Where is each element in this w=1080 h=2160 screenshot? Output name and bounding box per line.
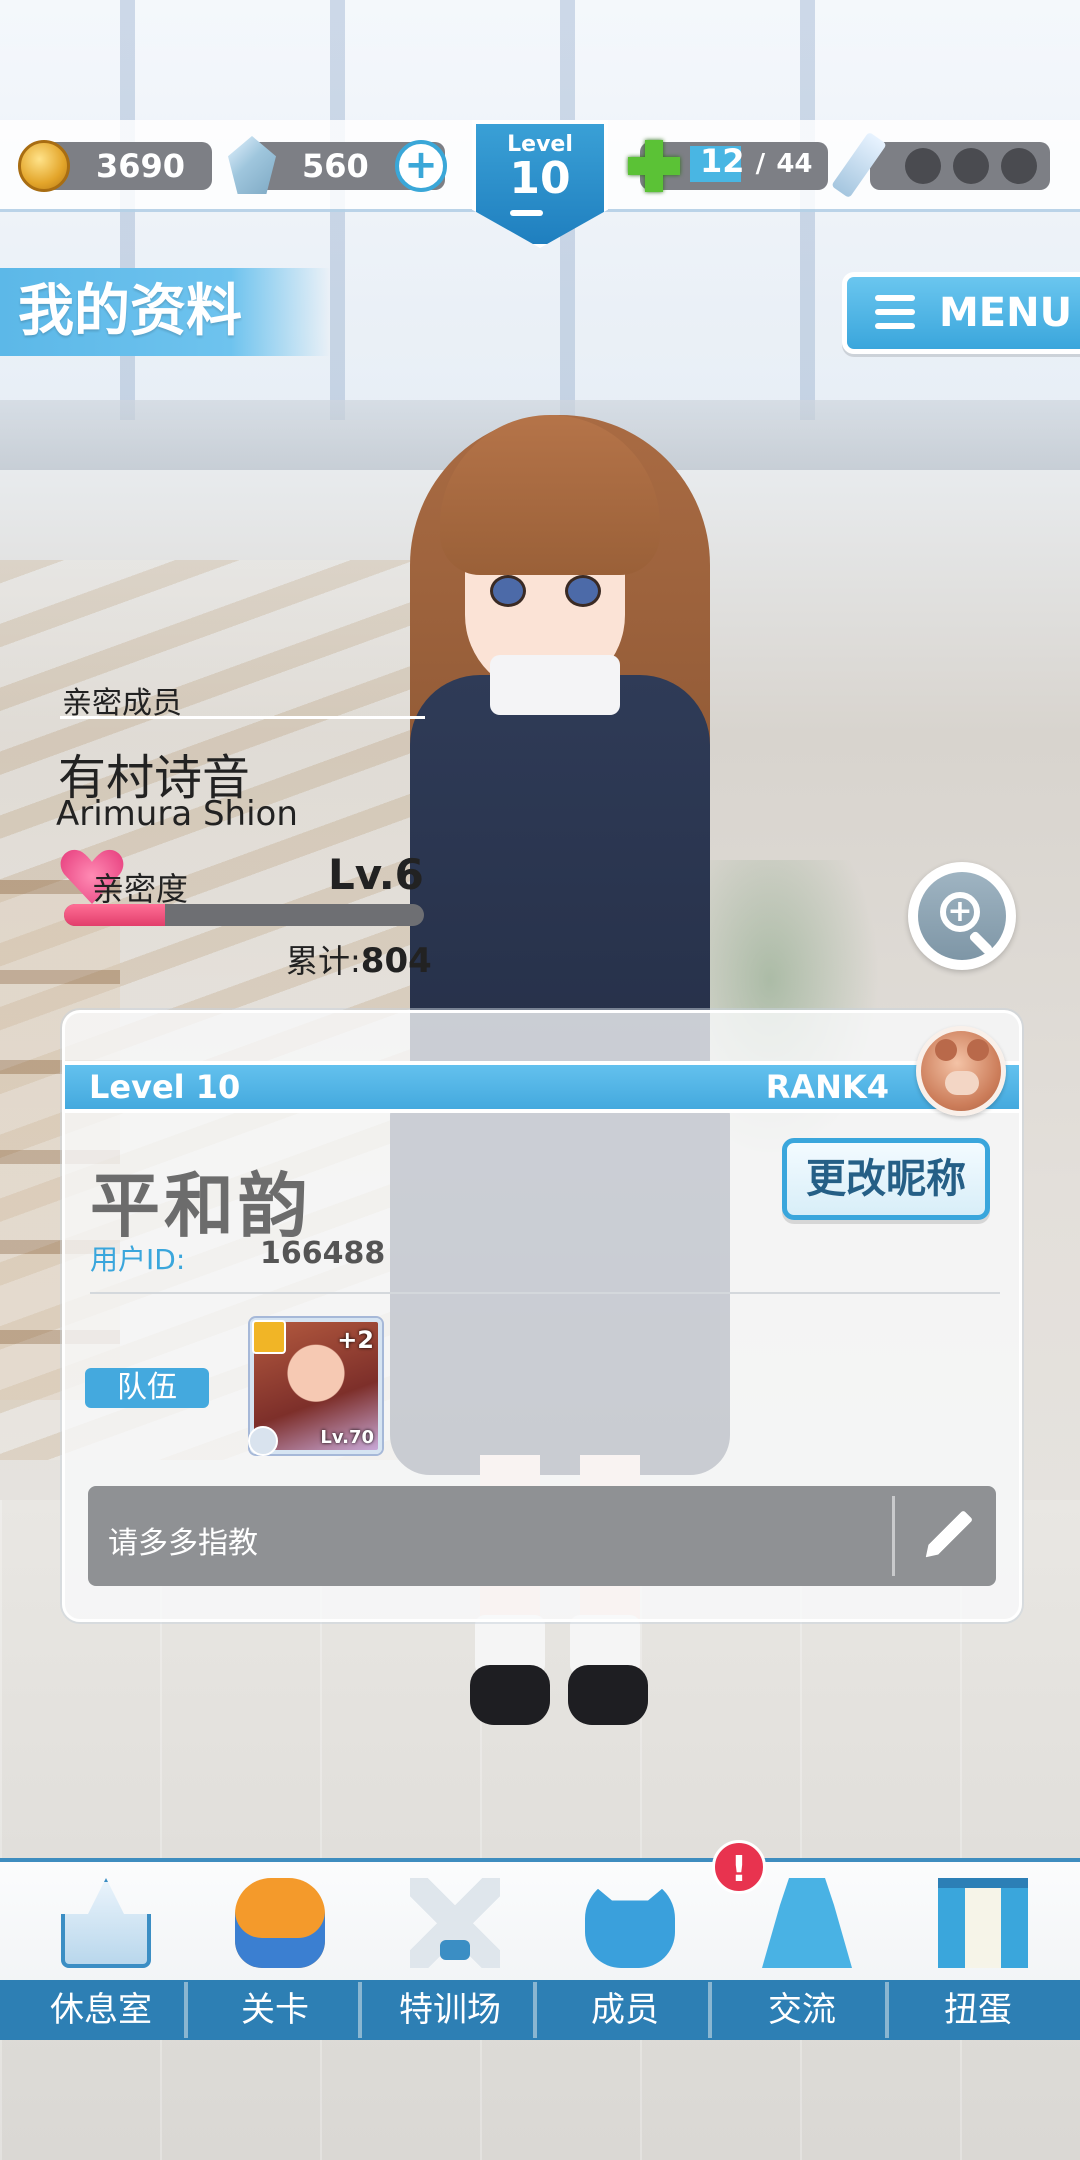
team-card-level: Lv.70: [320, 1427, 374, 1448]
coin-icon: [18, 140, 70, 192]
nav-item-label: 扭蛋: [944, 1990, 1012, 2030]
character-collar: [490, 655, 620, 715]
profile-level: Level 10: [89, 1068, 241, 1106]
nav-item-gacha[interactable]: 扭蛋: [893, 1858, 1063, 2040]
monster-icon: [235, 1878, 325, 1968]
menu-button[interactable]: MENU: [842, 272, 1080, 354]
nav-item-label: 交流: [768, 1990, 836, 2030]
user-id-label: 用户ID:: [90, 1243, 186, 1276]
intimacy-total: 累计:804: [286, 936, 432, 982]
cat-mask-icon: [585, 1878, 675, 1968]
sword-charge-dot: [953, 148, 989, 184]
stamina-current: 12: [700, 142, 745, 180]
dress-icon: [762, 1878, 852, 1968]
stamina-cross-icon: [628, 140, 680, 192]
intimacy-level: Lv.6: [328, 850, 424, 899]
intimacy-total-value: 804: [360, 941, 432, 981]
school-icon: [61, 1878, 151, 1968]
level-progress-bar: [510, 210, 543, 216]
stamina-separator: /: [755, 149, 766, 179]
stamina-text: 12 / 44: [700, 142, 813, 180]
nav-item-label: 成员: [591, 1990, 659, 2030]
team-card-plus: +2: [337, 1326, 374, 1354]
attribute-icon: [252, 1320, 286, 1354]
notification-badge: !: [712, 1840, 766, 1894]
sword-charge-dot: [1001, 148, 1037, 184]
hamburger-icon: [875, 295, 915, 331]
nav-item-training[interactable]: 特训场: [365, 1858, 537, 2040]
menu-button-label: MENU: [939, 290, 1073, 336]
sword-charge-dot: [905, 148, 941, 184]
team-member-card[interactable]: +2 Lv.70: [248, 1318, 382, 1456]
intimacy-progress-fill: [64, 904, 165, 926]
comment-field[interactable]: 请多多指教: [88, 1486, 996, 1586]
comment-separator: [892, 1496, 895, 1576]
coin-value: 3690: [96, 147, 186, 185]
team-label: 队伍: [85, 1368, 209, 1408]
add-gems-button[interactable]: +: [395, 140, 447, 192]
rank-badge-icon: [916, 1026, 1006, 1116]
level-badge-value: 10: [509, 153, 571, 204]
crossed-swords-icon: [410, 1878, 500, 1968]
nav-item-label: 关卡: [241, 1990, 309, 2030]
character-eye-left: [490, 575, 526, 607]
intimacy-total-label: 累计:: [286, 942, 361, 980]
nav-item-lounge[interactable]: 休息室: [16, 1858, 188, 2040]
nav-item-label: 休息室: [50, 1990, 152, 2030]
user-id-value: 166488: [260, 1236, 386, 1271]
edit-comment-button[interactable]: [916, 1506, 976, 1566]
character-shoe-right: [568, 1665, 648, 1725]
character-eye-right: [565, 575, 601, 607]
nav-item-members[interactable]: 成员: [540, 1858, 712, 2040]
intimacy-progress-track: [64, 904, 424, 926]
nav-item-stages[interactable]: 关卡: [190, 1858, 362, 2040]
change-nickname-button[interactable]: 更改昵称: [782, 1138, 990, 1220]
stamina-max: 44: [776, 149, 813, 179]
sword-charge-dots: [905, 148, 1037, 184]
gem-value: 560: [302, 147, 369, 185]
zoom-icon: +: [918, 872, 1006, 960]
intimacy-divider: [60, 716, 425, 719]
member-name-english: Arimura Shion: [56, 794, 298, 834]
compass-icon: [248, 1426, 278, 1456]
curtain-icon: [938, 1878, 1028, 1968]
zoom-button[interactable]: +: [908, 862, 1016, 970]
profile-rank: RANK4: [765, 1068, 889, 1106]
comment-text: 请多多指教: [108, 1526, 258, 1561]
page-title: 我的资料: [0, 268, 330, 356]
character-shoe-left: [470, 1665, 550, 1725]
pencil-icon: [921, 1510, 973, 1562]
nav-item-label: 特训场: [399, 1990, 501, 2030]
profile-card-header: Level 10 RANK4: [65, 1061, 1019, 1113]
profile-divider: [90, 1292, 1000, 1294]
